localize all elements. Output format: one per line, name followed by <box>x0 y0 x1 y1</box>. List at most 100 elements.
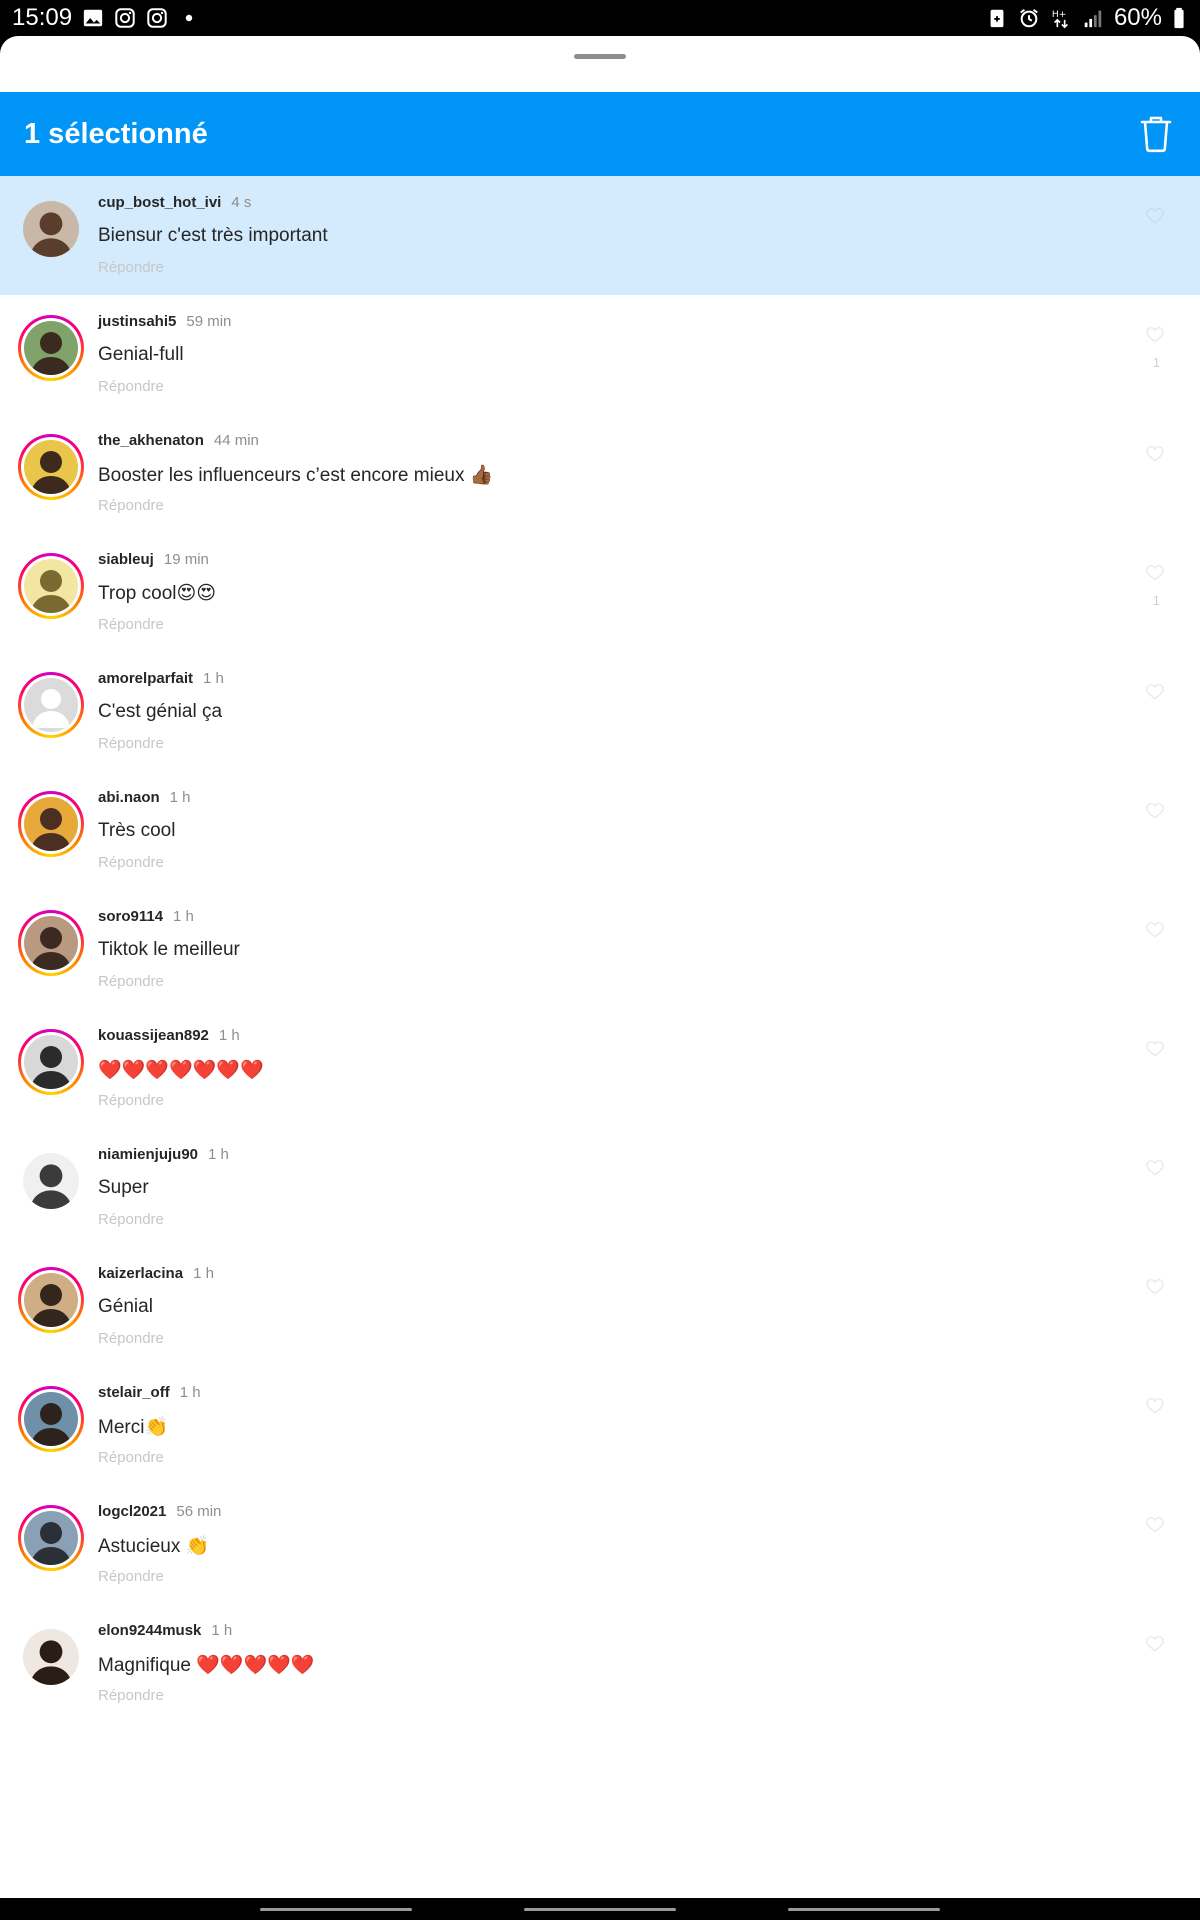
comment-username[interactable]: amorelparfait <box>98 670 193 687</box>
status-bar-left: 15:09 <box>12 4 200 32</box>
comment-meta: kaizerlacina 1 h <box>98 1265 1200 1287</box>
comment-text: Astucieux 👏 <box>98 1536 210 1557</box>
profile-picture <box>24 1273 78 1327</box>
comment-row[interactable]: elon9244musk 1 h Magnifique ❤️❤️❤️❤️❤️ Répo… <box>0 1604 1200 1723</box>
profile-picture <box>24 1035 78 1089</box>
reply-button[interactable]: Répondre <box>98 259 1200 276</box>
reply-button[interactable]: Répondre <box>98 378 1200 395</box>
profile-picture <box>24 678 78 732</box>
avatar[interactable] <box>18 672 84 738</box>
reply-button[interactable]: Répondre <box>98 497 1200 514</box>
reply-button[interactable]: Répondre <box>98 1687 1200 1704</box>
comment-row[interactable]: logcl2021 56 min Astucieux 👏 Répondre <box>0 1485 1200 1604</box>
story-ring <box>21 556 81 616</box>
reply-button[interactable]: Répondre <box>98 735 1200 752</box>
comment-time: 1 h <box>218 1027 240 1044</box>
avatar[interactable] <box>18 196 84 262</box>
comment-username[interactable]: abi.naon <box>98 789 160 806</box>
story-ring <box>21 794 81 854</box>
comment-meta: justinsahi5 59 min <box>98 313 1200 335</box>
avatar[interactable] <box>18 1148 84 1214</box>
like-button[interactable] <box>1144 1037 1166 1059</box>
reply-button[interactable]: Répondre <box>98 1330 1200 1347</box>
reply-button[interactable]: Répondre <box>98 1449 1200 1466</box>
nav-recent-apps[interactable] <box>260 1908 412 1911</box>
nav-home[interactable] <box>524 1908 676 1911</box>
avatar[interactable] <box>18 791 84 857</box>
comment-username[interactable]: elon9244musk <box>98 1622 201 1639</box>
reply-button[interactable]: Répondre <box>98 854 1200 871</box>
like-button[interactable] <box>1144 442 1166 464</box>
comment-row[interactable]: cup_bost_hot_ivi 4 s Biensur c'est très im… <box>0 176 1200 295</box>
avatar[interactable] <box>18 1386 84 1452</box>
like-button[interactable] <box>1144 680 1166 702</box>
story-ring <box>21 1508 81 1568</box>
comment-username[interactable]: kouassijean892 <box>98 1027 209 1044</box>
comment-username[interactable]: cup_bost_hot_ivi <box>98 194 221 211</box>
drag-handle[interactable] <box>574 54 626 59</box>
like-button[interactable] <box>1144 1156 1166 1178</box>
profile-picture <box>24 1392 78 1446</box>
like-button[interactable] <box>1144 204 1166 226</box>
reply-button[interactable]: Répondre <box>98 616 1200 633</box>
comment-row[interactable]: siableuj 19 min Trop cool😍😍 Répondre 1 <box>0 533 1200 652</box>
avatar[interactable] <box>18 315 84 381</box>
comment-time: 19 min <box>163 551 209 568</box>
reply-button[interactable]: Répondre <box>98 1568 1200 1585</box>
comment-time: 59 min <box>186 313 232 330</box>
avatar[interactable] <box>18 910 84 976</box>
like-button[interactable] <box>1144 1632 1166 1654</box>
comment-row[interactable]: amorelparfait 1 h C'est génial ça Répondre <box>0 652 1200 771</box>
like-button[interactable] <box>1144 799 1166 821</box>
comment-row[interactable]: kaizerlacina 1 h Génial Répondre <box>0 1247 1200 1366</box>
comment-username[interactable]: justinsahi5 <box>98 313 176 330</box>
avatar[interactable] <box>18 434 84 500</box>
comment-row[interactable]: abi.naon 1 h Très cool Répondre <box>0 771 1200 890</box>
reply-button[interactable]: Répondre <box>98 1092 1200 1109</box>
like-button[interactable] <box>1144 323 1166 345</box>
comment-text: Magnifique ❤️❤️❤️❤️❤️ <box>98 1655 315 1676</box>
status-bar-right: H+ 60% <box>986 4 1186 32</box>
comment-time: 44 min <box>213 432 259 449</box>
like-button[interactable] <box>1144 1275 1166 1297</box>
profile-picture <box>23 1153 79 1209</box>
comment-row[interactable]: the_akhenaton 44 min Booster les influence… <box>0 414 1200 533</box>
dot-icon <box>178 7 200 29</box>
comment-row[interactable]: stelair_off 1 h Merci👏 Répondre <box>0 1366 1200 1485</box>
avatar[interactable] <box>18 553 84 619</box>
like-button[interactable] <box>1144 918 1166 940</box>
profile-picture <box>24 321 78 375</box>
delete-button[interactable] <box>1136 112 1176 156</box>
comment-time: 1 h <box>211 1622 233 1639</box>
comment-row[interactable]: justinsahi5 59 min Genial-full Répondre 1 <box>0 295 1200 414</box>
comment-text: Biensur c'est très important <box>98 225 328 246</box>
instagram-icon <box>114 7 136 29</box>
comment-row[interactable]: kouassijean892 1 h ❤️❤️❤️❤️❤️❤️❤️ Répondre <box>0 1009 1200 1128</box>
reply-button[interactable]: Répondre <box>98 973 1200 990</box>
trash-icon <box>1140 116 1172 153</box>
like-button[interactable] <box>1144 561 1166 583</box>
comment-username[interactable]: logcl2021 <box>98 1503 166 1520</box>
comment-row[interactable]: soro9114 1 h Tiktok le meilleur Répondre <box>0 890 1200 1009</box>
like-button[interactable] <box>1144 1394 1166 1416</box>
comment-meta: stelair_off 1 h <box>98 1384 1200 1406</box>
comment-username[interactable]: the_akhenaton <box>98 432 204 449</box>
comment-username[interactable]: soro9114 <box>98 908 163 925</box>
comment-username[interactable]: kaizerlacina <box>98 1265 183 1282</box>
comments-list: cup_bost_hot_ivi 4 s Biensur c'est très im… <box>0 176 1200 1723</box>
story-ring <box>21 1270 81 1330</box>
nav-back[interactable] <box>788 1908 940 1911</box>
comment-row[interactable]: niamienjuju90 1 h Super Répondre <box>0 1128 1200 1247</box>
heart-icon <box>1146 922 1164 938</box>
comment-username[interactable]: stelair_off <box>98 1384 170 1401</box>
battery-icon <box>1172 7 1186 29</box>
profile-picture <box>23 1629 79 1685</box>
avatar[interactable] <box>18 1624 84 1690</box>
comment-username[interactable]: niamienjuju90 <box>98 1146 198 1163</box>
comment-username[interactable]: siableuj <box>98 551 154 568</box>
reply-button[interactable]: Répondre <box>98 1211 1200 1228</box>
avatar[interactable] <box>18 1267 84 1333</box>
avatar[interactable] <box>18 1029 84 1095</box>
avatar[interactable] <box>18 1505 84 1571</box>
like-button[interactable] <box>1144 1513 1166 1535</box>
